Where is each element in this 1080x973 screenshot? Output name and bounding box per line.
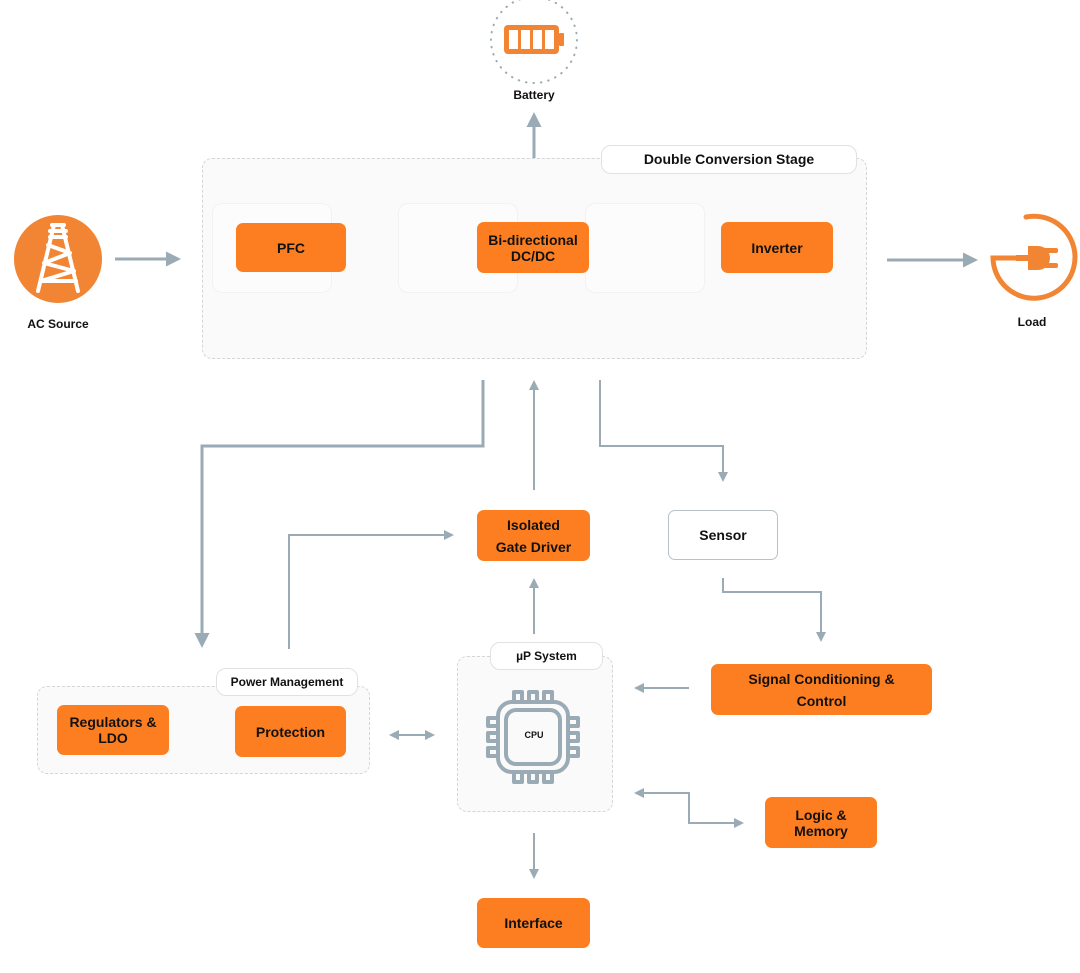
up-system-logic-memory-connector [634,788,744,828]
power-management-label: Power Management [216,668,358,696]
up-system-label: µP System [490,642,603,670]
interface-block[interactable]: Interface [477,898,590,948]
protection-block[interactable]: Protection [235,706,346,757]
signal-conditioning-block[interactable]: Signal Conditioning & Control [711,664,932,715]
inverter-block[interactable]: Inverter [721,222,833,273]
power-tower-icon[interactable] [14,215,102,303]
sensor-block[interactable]: Sensor [668,510,778,560]
load-label: Load [1017,315,1047,329]
logic-memory-block[interactable]: Logic & Memory [765,797,877,848]
regulators-ldo-block[interactable]: Regulators & LDO [57,705,169,755]
stage-to-sensor-connector [599,380,728,482]
power-management-to-gate-driver-connector [288,530,454,649]
stage-to-power-management-connector [194,380,485,648]
battery-icon [490,0,578,84]
sensor-to-signal-connector [722,578,826,642]
plug-icon[interactable] [988,212,1080,304]
connector-layer [115,112,978,879]
isolated-gate-driver-block[interactable]: Isolated Gate Driver [477,510,590,561]
inverter-slot [585,203,705,293]
double-conversion-stage-label: Double Conversion Stage [601,145,857,174]
pfc-block[interactable]: PFC [236,223,346,272]
dcdc-block[interactable]: Bi-directional DC/DC [477,222,589,273]
battery-label: Battery [513,88,555,102]
cpu-label: CPU [524,730,544,740]
ac-source-label: AC Source [27,317,89,331]
